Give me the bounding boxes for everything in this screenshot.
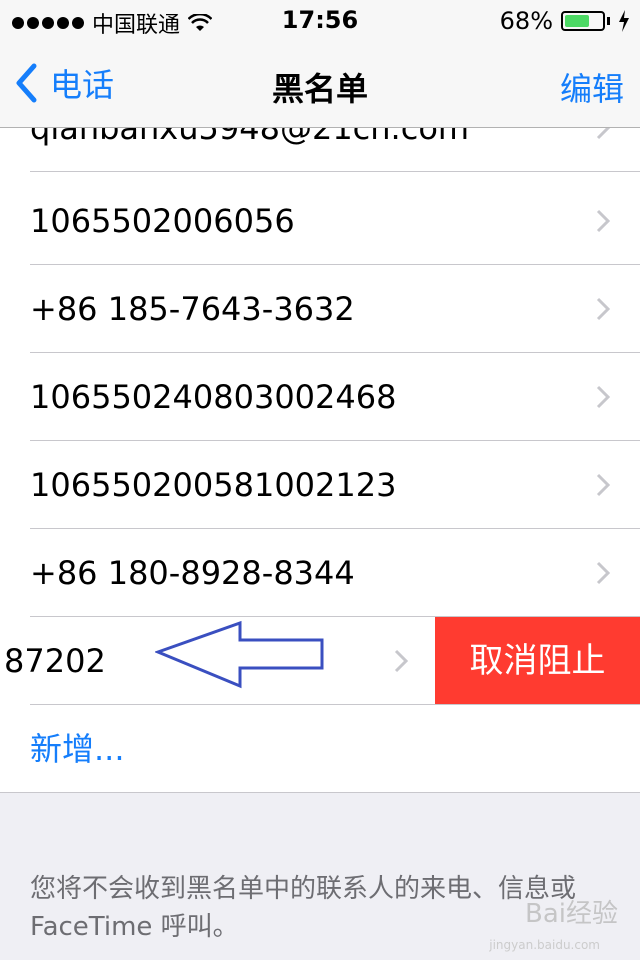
chevron-right-icon bbox=[596, 128, 610, 140]
footer-note: 您将不会收到黑名单中的联系人的来电、信息或 FaceTime 呼叫。 bbox=[30, 874, 577, 942]
charging-bolt-icon bbox=[619, 10, 629, 32]
entry-text: 106550200581002123 bbox=[30, 466, 397, 504]
blocked-list: qianbanxu5948@21cn.com 1065502006056 +86… bbox=[0, 128, 640, 793]
add-new-button[interactable]: 新增... bbox=[0, 705, 640, 793]
list-item[interactable]: +86 180-8928-8344 bbox=[0, 529, 640, 617]
battery-icon bbox=[561, 11, 605, 31]
list-item[interactable]: 1065502006056 bbox=[0, 177, 640, 265]
edit-button[interactable]: 编辑 bbox=[560, 64, 624, 110]
entry-text: 1065502006056 bbox=[30, 202, 295, 240]
entry-text: 87202 bbox=[4, 642, 106, 680]
watermark-main: Bai经验 bbox=[525, 899, 618, 929]
battery-tip bbox=[607, 17, 610, 25]
watermark-url: jingyan.baidu.com bbox=[489, 938, 600, 952]
status-right: 68% bbox=[500, 7, 630, 35]
watermark-logo: Bai经验 bbox=[525, 893, 618, 930]
add-new-label: 新增... bbox=[30, 730, 125, 768]
chevron-right-icon bbox=[394, 649, 408, 673]
chevron-right-icon bbox=[596, 297, 610, 321]
list-item[interactable]: qianbanxu5948@21cn.com bbox=[0, 128, 640, 172]
page-title: 黑名单 bbox=[271, 70, 368, 108]
chevron-right-icon bbox=[596, 209, 610, 233]
battery-level bbox=[565, 15, 590, 27]
row-divider bbox=[30, 171, 640, 172]
entry-text: qianbanxu5948@21cn.com bbox=[30, 128, 470, 147]
list-item[interactable]: +86 185-7643-3632 bbox=[0, 265, 640, 353]
list-item[interactable]: 106550240803002468 bbox=[0, 353, 640, 441]
annotation-arrow-icon bbox=[155, 620, 324, 689]
entry-text: +86 180-8928-8344 bbox=[30, 554, 355, 592]
entry-text: +86 185-7643-3632 bbox=[30, 290, 355, 328]
chevron-right-icon bbox=[596, 561, 610, 585]
entry-text: 106550240803002468 bbox=[30, 378, 397, 416]
unblock-button[interactable]: 取消阻止 bbox=[435, 617, 640, 705]
list-item[interactable]: 106550200581002123 bbox=[0, 441, 640, 529]
navigation-bar: 电话 黑名单 编辑 bbox=[0, 40, 640, 128]
battery-percentage: 68% bbox=[499, 7, 553, 35]
chevron-right-icon bbox=[596, 385, 610, 409]
chevron-right-icon bbox=[596, 473, 610, 497]
status-bar: 中国联通 17:56 68% bbox=[0, 0, 640, 40]
